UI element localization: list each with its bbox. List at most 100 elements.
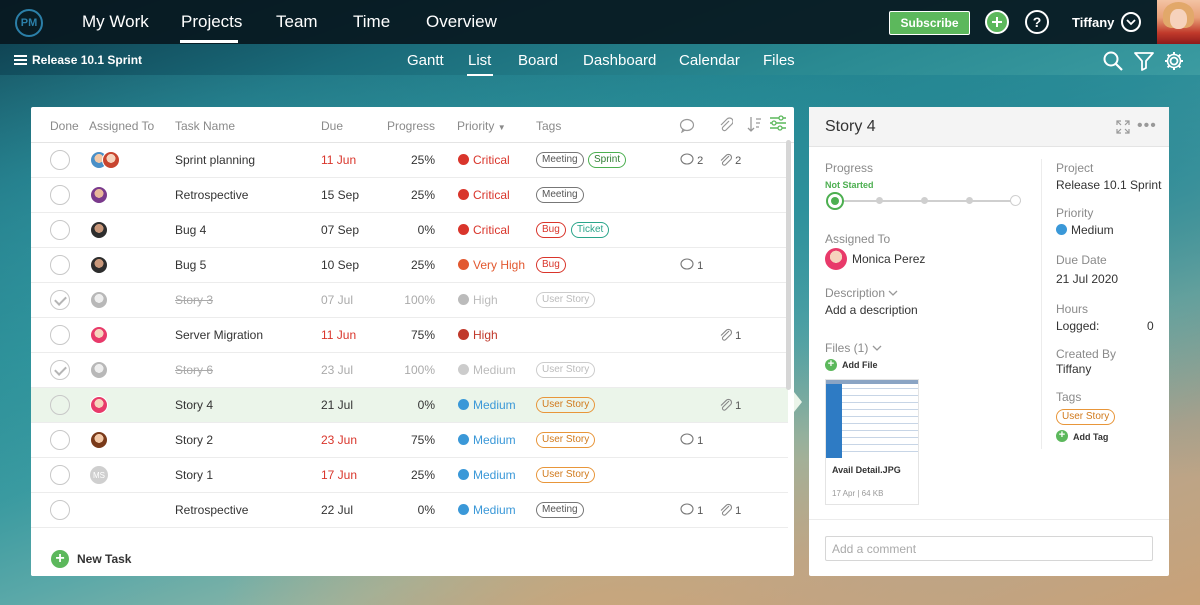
new-task-button[interactable]: New Task	[77, 552, 131, 566]
add-file-icon[interactable]: +	[825, 359, 837, 371]
progress-step[interactable]	[876, 197, 883, 204]
tag-meeting[interactable]: Meeting	[536, 187, 584, 203]
tab-list[interactable]: List	[468, 52, 491, 69]
done-checkbox[interactable]	[50, 185, 70, 205]
nav-team[interactable]: Team	[276, 12, 318, 32]
project-title[interactable]: Release 10.1 Sprint	[32, 53, 142, 67]
assignee-name[interactable]: Monica Perez	[852, 252, 925, 266]
avatar[interactable]	[102, 151, 120, 169]
column-assigned-to[interactable]: Assigned To	[89, 119, 154, 133]
tab-dashboard[interactable]: Dashboard	[583, 52, 656, 69]
progress-value[interactable]: 100%	[403, 363, 435, 377]
task-name[interactable]: Story 1	[175, 468, 213, 482]
comment-count[interactable]: 1	[680, 503, 703, 517]
avatar[interactable]	[90, 361, 108, 379]
tab-board[interactable]: Board	[518, 52, 558, 69]
tag-bug[interactable]: Bug	[536, 257, 566, 273]
priority[interactable]: Very High	[458, 258, 525, 272]
user-avatar[interactable]	[1157, 0, 1200, 44]
comment-count[interactable]: 2	[680, 153, 703, 167]
comment-column-icon[interactable]	[679, 118, 695, 133]
avatar[interactable]	[90, 256, 108, 274]
project-value[interactable]: Release 10.1 Sprint	[1056, 178, 1161, 192]
tag-user-story[interactable]: User Story	[536, 397, 596, 413]
done-checkbox[interactable]	[50, 395, 70, 415]
priority[interactable]: Medium	[458, 363, 516, 377]
table-row[interactable]: Story 2 23 Jun 75% Medium User Story 1	[31, 423, 788, 458]
assignee-avatar[interactable]	[825, 248, 847, 270]
column-settings-icon[interactable]	[769, 115, 787, 131]
done-checkbox[interactable]	[50, 220, 70, 240]
logged-value[interactable]: 0	[1147, 319, 1154, 333]
attachment-count[interactable]: 1	[720, 328, 741, 342]
avatar[interactable]	[90, 396, 108, 414]
due-date[interactable]: 21 Jul	[321, 398, 353, 412]
files-label[interactable]: Files (1)	[825, 341, 882, 355]
table-row[interactable]: Story 6 23 Jul 100% Medium User Story	[31, 353, 788, 388]
task-name[interactable]: Bug 4	[175, 223, 206, 237]
done-checkbox[interactable]	[50, 360, 70, 380]
filter-icon[interactable]	[1133, 50, 1155, 72]
avatar-initials[interactable]: MS	[90, 466, 108, 484]
add-task-icon[interactable]: +	[51, 550, 69, 568]
description-field[interactable]: Add a description	[825, 303, 918, 317]
tag-ticket[interactable]: Ticket	[571, 222, 610, 238]
tag-user-story[interactable]: User Story	[536, 362, 596, 378]
comment-count[interactable]: 1	[680, 433, 703, 447]
table-row[interactable]: Server Migration 11 Jun 75% High 1	[31, 318, 788, 353]
comment-count[interactable]: 1	[680, 258, 703, 272]
priority[interactable]: Medium	[458, 398, 516, 412]
sort-order-icon[interactable]	[746, 115, 762, 133]
due-date[interactable]: 11 Jun	[321, 153, 356, 167]
done-checkbox[interactable]	[50, 325, 70, 345]
file-thumbnail[interactable]	[826, 380, 918, 458]
tag-bug[interactable]: Bug	[536, 222, 566, 238]
avatar[interactable]	[90, 221, 108, 239]
priority[interactable]: Critical	[458, 153, 510, 167]
column-done[interactable]: Done	[50, 119, 79, 133]
progress-value[interactable]: 100%	[403, 293, 435, 307]
priority[interactable]: Critical	[458, 223, 510, 237]
progress-step[interactable]	[921, 197, 928, 204]
progress-value[interactable]: 0%	[403, 223, 435, 237]
done-checkbox[interactable]	[50, 255, 70, 275]
done-checkbox[interactable]	[50, 500, 70, 520]
table-row[interactable]: Story 3 07 Jul 100% High User Story	[31, 283, 788, 318]
task-name[interactable]: Server Migration	[175, 328, 263, 342]
done-checkbox[interactable]	[50, 430, 70, 450]
tag-meeting[interactable]: Meeting	[536, 502, 584, 518]
progress-value[interactable]: 25%	[403, 258, 435, 272]
column-progress[interactable]: Progress	[387, 119, 435, 133]
file-name[interactable]: Avail Detail.JPG	[832, 465, 901, 475]
progress-value[interactable]: 0%	[403, 503, 435, 517]
add-tag-icon[interactable]: +	[1056, 430, 1068, 442]
tab-files[interactable]: Files	[763, 52, 795, 69]
priority[interactable]: Medium	[458, 468, 516, 482]
add-file-button[interactable]: Add File	[842, 360, 878, 370]
task-name[interactable]: Story 6	[175, 363, 213, 377]
progress-complete-step[interactable]	[1010, 195, 1021, 206]
column-tags[interactable]: Tags	[536, 119, 561, 133]
search-icon[interactable]	[1102, 50, 1124, 72]
due-date[interactable]: 10 Sep	[321, 258, 359, 272]
due-date[interactable]: 23 Jul	[321, 363, 353, 377]
progress-step[interactable]	[966, 197, 973, 204]
due-date[interactable]: 11 Jun	[321, 328, 356, 342]
attachment-column-icon[interactable]	[719, 117, 733, 133]
attachment-count[interactable]: 2	[720, 153, 741, 167]
description-label[interactable]: Description	[825, 286, 898, 300]
column-task-name[interactable]: Task Name	[175, 119, 235, 133]
tag-user-story[interactable]: User Story	[536, 292, 596, 308]
tag-sprint[interactable]: Sprint	[588, 152, 627, 168]
due-date[interactable]: 07 Jul	[321, 293, 353, 307]
done-checkbox[interactable]	[50, 465, 70, 485]
due-date[interactable]: 07 Sep	[321, 223, 359, 237]
expand-icon[interactable]	[1116, 120, 1130, 134]
help-icon[interactable]: ?	[1025, 10, 1049, 34]
column-priority[interactable]: Priority ▼	[457, 119, 506, 133]
user-menu-chevron-icon[interactable]	[1121, 12, 1141, 32]
add-tag-button[interactable]: Add Tag	[1073, 432, 1108, 442]
table-row[interactable]: MS Story 1 17 Jun 25% Medium User Story	[31, 458, 788, 493]
file-card[interactable]: Avail Detail.JPG 17 Apr | 64 KB	[825, 379, 919, 505]
gear-icon[interactable]	[1163, 50, 1185, 72]
